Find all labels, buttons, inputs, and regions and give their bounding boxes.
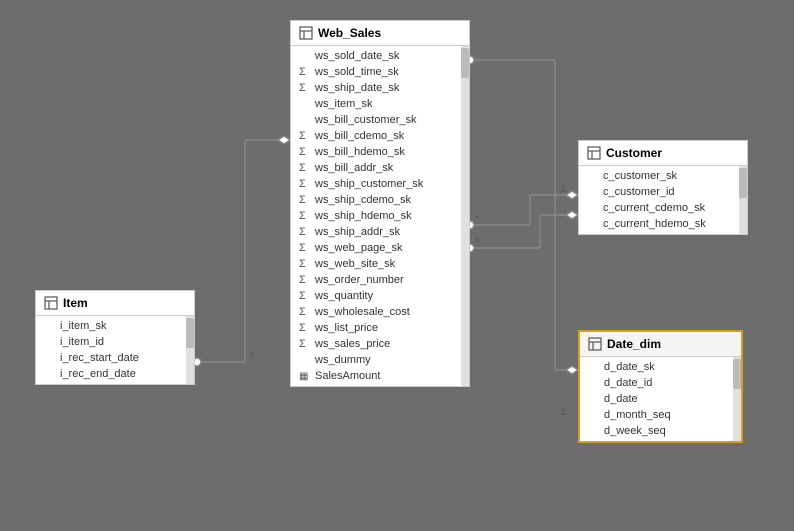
field-c_customer_id: c_customer_id <box>579 184 747 200</box>
field-ws_bill_addr_sk: Σws_bill_addr_sk <box>291 160 469 176</box>
item-title: Item <box>63 296 88 310</box>
date-dim-table: Date_dim d_date_sk d_date_id d_date d_mo… <box>578 330 743 443</box>
field-ws_sold_time_sk: Σws_sold_time_sk <box>291 64 469 80</box>
field-c_current_hdemo_sk: c_current_hdemo_sk <box>579 216 747 232</box>
connector-label-one-date: 1 <box>560 406 566 418</box>
field-ws_bill_customer_sk: ws_bill_customer_sk <box>291 112 469 128</box>
connector-label-one-customer1: 1 <box>560 183 566 195</box>
field-d_month_seq: d_month_seq <box>580 407 741 423</box>
item-scrollbar[interactable] <box>186 316 194 384</box>
field-ws_dummy: ws_dummy <box>291 352 469 368</box>
field-d_date_id: d_date_id <box>580 375 741 391</box>
table-icon-web-sales <box>299 26 313 40</box>
item-table: Item i_item_sk i_item_id i_rec_start_dat… <box>35 290 195 385</box>
web-sales-header: Web_Sales <box>291 21 469 46</box>
field-ws_web_page_sk: Σws_web_page_sk <box>291 240 469 256</box>
customer-body: c_customer_sk c_customer_id c_current_cd… <box>579 166 747 234</box>
date-dim-title: Date_dim <box>607 337 661 351</box>
field-ws_ship_cdemo_sk: Σws_ship_cdemo_sk <box>291 192 469 208</box>
web-sales-table: Web_Sales ws_sold_date_sk Σws_sold_time_… <box>290 20 470 387</box>
field-i_rec_end_date: i_rec_end_date <box>36 366 194 382</box>
field-ws_list_price: Σws_list_price <box>291 320 469 336</box>
field-d_date_sk: d_date_sk <box>580 359 741 375</box>
connector-label-star-customer2: * <box>475 236 479 248</box>
field-i_rec_start_date: i_rec_start_date <box>36 350 194 366</box>
item-body: i_item_sk i_item_id i_rec_start_date i_r… <box>36 316 194 384</box>
field-ws_ship_addr_sk: Σws_ship_addr_sk <box>291 224 469 240</box>
customer-scrollbar[interactable] <box>739 166 747 234</box>
web-sales-scrollbar[interactable] <box>461 46 469 386</box>
field-ws_order_number: Σws_order_number <box>291 272 469 288</box>
field-ws_item_sk: ws_item_sk <box>291 96 469 112</box>
date-dim-scrollbar-thumb[interactable] <box>733 359 741 389</box>
date-dim-body: d_date_sk d_date_id d_date d_month_seq d… <box>580 357 741 441</box>
field-ws_sold_date_sk: ws_sold_date_sk <box>291 48 469 64</box>
field-d_week_seq: d_week_seq <box>580 423 741 439</box>
field-c_current_cdemo_sk: c_current_cdemo_sk <box>579 200 747 216</box>
customer-header: Customer <box>579 141 747 166</box>
field-ws_quantity: Σws_quantity <box>291 288 469 304</box>
web-sales-scrollbar-thumb[interactable] <box>461 48 469 78</box>
field-ws_sales_price: Σws_sales_price <box>291 336 469 352</box>
date-dim-header: Date_dim <box>580 332 741 357</box>
field-i_item_id: i_item_id <box>36 334 194 350</box>
connector-label-star-item: * <box>250 350 254 362</box>
connector-label-star-customer1: * <box>475 213 479 225</box>
field-d_date: d_date <box>580 391 741 407</box>
field-c_customer_sk: c_customer_sk <box>579 168 747 184</box>
field-ws_ship_date_sk: Σws_ship_date_sk <box>291 80 469 96</box>
table-icon-customer <box>587 146 601 160</box>
web-sales-body: ws_sold_date_sk Σws_sold_time_sk Σws_shi… <box>291 46 469 386</box>
table-icon-date-dim <box>588 337 602 351</box>
field-ws_bill_cdemo_sk: Σws_bill_cdemo_sk <box>291 128 469 144</box>
field-ws_ship_hdemo_sk: Σws_ship_hdemo_sk <box>291 208 469 224</box>
customer-title: Customer <box>606 146 662 160</box>
item-scrollbar-thumb[interactable] <box>186 318 194 348</box>
web-sales-title: Web_Sales <box>318 26 381 40</box>
field-ws_web_site_sk: Σws_web_site_sk <box>291 256 469 272</box>
date-dim-scrollbar[interactable] <box>733 357 741 441</box>
item-header: Item <box>36 291 194 316</box>
field-ws_wholesale_cost: Σws_wholesale_cost <box>291 304 469 320</box>
table-icon-item <box>44 296 58 310</box>
field-i_item_sk: i_item_sk <box>36 318 194 334</box>
field-sales-amount: ▦ SalesAmount <box>291 368 469 384</box>
customer-scrollbar-thumb[interactable] <box>739 168 747 198</box>
field-ws_ship_customer_sk: Σws_ship_customer_sk <box>291 176 469 192</box>
field-ws_bill_hdemo_sk: Σws_bill_hdemo_sk <box>291 144 469 160</box>
customer-table: Customer c_customer_sk c_customer_id c_c… <box>578 140 748 235</box>
